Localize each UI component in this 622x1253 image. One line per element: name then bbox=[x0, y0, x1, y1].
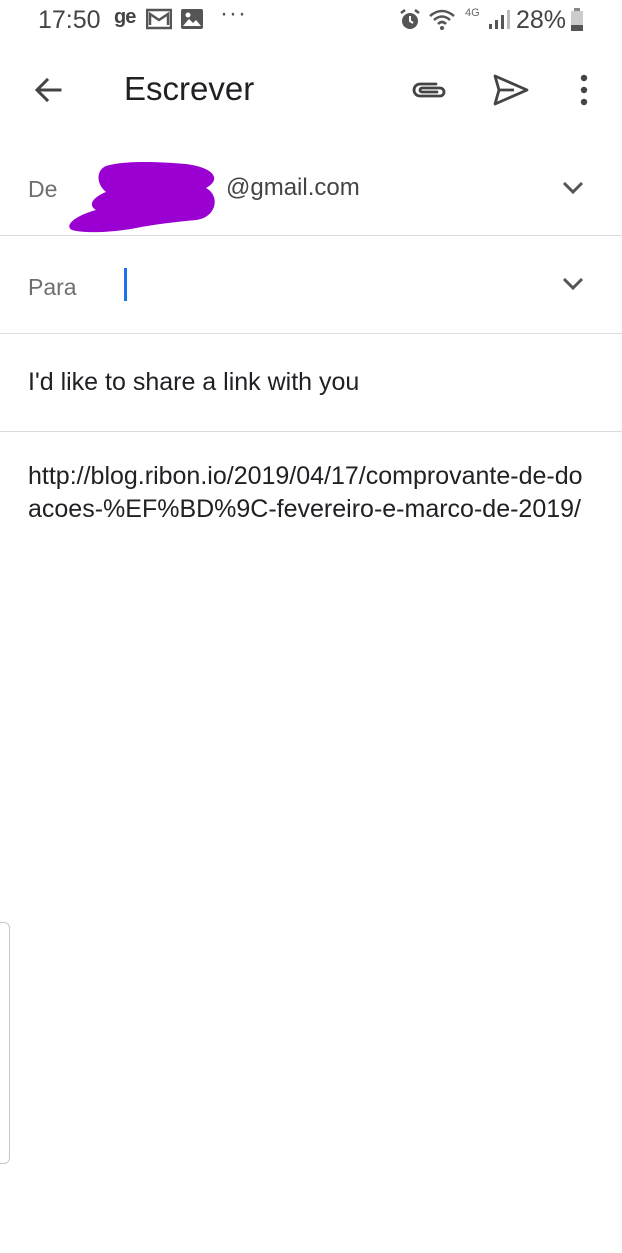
more-options-button[interactable] bbox=[564, 68, 604, 112]
send-icon bbox=[493, 74, 529, 106]
page-title: Escrever bbox=[124, 70, 255, 107]
app-bar: Escrever bbox=[0, 44, 622, 136]
status-overflow: ··· bbox=[220, 0, 247, 27]
subject-row[interactable]: I'd like to share a link with you bbox=[0, 334, 622, 432]
status-time: 17:50 bbox=[38, 6, 101, 34]
back-button[interactable] bbox=[24, 70, 72, 110]
to-row[interactable]: Para bbox=[0, 236, 622, 334]
text-cursor bbox=[124, 268, 127, 301]
from-row[interactable]: De @gmail.com bbox=[0, 138, 622, 236]
back-arrow-icon bbox=[34, 77, 62, 103]
status-bar: 17:50 ge ··· 4G 28% bbox=[0, 0, 622, 44]
alarm-icon bbox=[398, 8, 422, 37]
attach-button[interactable] bbox=[404, 68, 454, 112]
body-input[interactable]: http://blog.ribon.io/2019/04/17/comprova… bbox=[28, 460, 594, 526]
more-vert-icon bbox=[580, 74, 588, 106]
paperclip-icon bbox=[412, 82, 446, 98]
subject-input[interactable]: I'd like to share a link with you bbox=[28, 368, 359, 397]
send-button[interactable] bbox=[486, 68, 536, 112]
to-expand-button[interactable] bbox=[558, 272, 588, 296]
gallery-notification-icon bbox=[180, 8, 204, 35]
chevron-down-icon bbox=[562, 181, 584, 195]
from-value: @gmail.com bbox=[226, 174, 360, 201]
battery-level: 28% bbox=[516, 6, 567, 34]
from-expand-button[interactable] bbox=[558, 176, 588, 200]
to-label: Para bbox=[28, 274, 77, 300]
wifi-icon bbox=[428, 8, 456, 37]
redaction-mark bbox=[69, 162, 215, 233]
battery-icon bbox=[570, 8, 584, 37]
gmail-notification-icon bbox=[145, 8, 173, 35]
signal-icon bbox=[488, 8, 512, 35]
network-type: 4G bbox=[465, 7, 480, 19]
edge-panel-handle[interactable] bbox=[0, 922, 10, 1164]
carrier-badge: ge bbox=[114, 6, 136, 28]
chevron-down-icon bbox=[562, 277, 584, 291]
from-label: De bbox=[28, 176, 58, 202]
